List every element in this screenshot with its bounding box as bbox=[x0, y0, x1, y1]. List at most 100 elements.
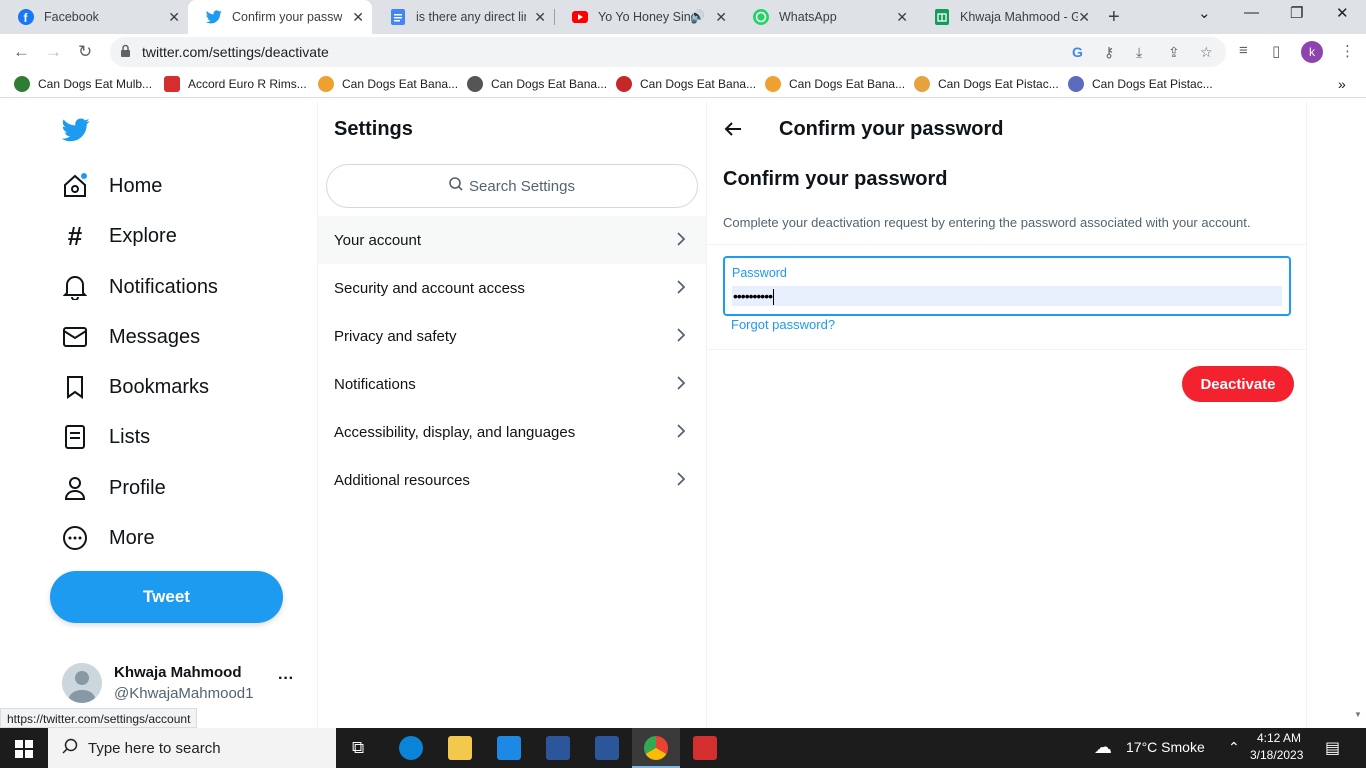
bell-icon bbox=[62, 274, 88, 300]
close-tab-icon[interactable]: ✕ bbox=[534, 9, 546, 26]
close-window-icon[interactable]: ✕ bbox=[1336, 4, 1349, 22]
nav-bookmarks[interactable]: Bookmarks bbox=[62, 372, 209, 402]
ellipsis-icon[interactable]: ··· bbox=[278, 670, 294, 688]
forward-arrow-icon[interactable]: → bbox=[45, 42, 62, 62]
close-tab-icon[interactable]: ✕ bbox=[352, 9, 364, 26]
close-tab-icon[interactable]: ✕ bbox=[896, 9, 908, 26]
chrome-icon[interactable] bbox=[644, 736, 668, 760]
tab-twitter[interactable]: Confirm your password ✕ bbox=[188, 0, 372, 34]
bookmark-item[interactable]: Can Dogs Eat Pistac... bbox=[1068, 76, 1213, 92]
bookmark-item[interactable]: Can Dogs Eat Bana... bbox=[318, 76, 458, 92]
clock-date[interactable]: 3/18/2023 bbox=[1250, 748, 1303, 762]
word-icon[interactable] bbox=[595, 736, 619, 760]
share-icon[interactable]: ⇪ bbox=[1168, 44, 1180, 61]
close-tab-icon[interactable]: ✕ bbox=[1078, 9, 1090, 26]
bookmark-item[interactable]: Can Dogs Eat Mulb... bbox=[14, 76, 152, 92]
password-label: Password bbox=[732, 266, 787, 280]
mail-icon[interactable] bbox=[497, 736, 521, 760]
lock-icon[interactable] bbox=[120, 44, 131, 63]
settings-item-notifications[interactable]: Notifications bbox=[318, 360, 706, 408]
side-panel-icon[interactable]: ▯ bbox=[1272, 42, 1280, 60]
tab-docs[interactable]: is there any direct link ✕ bbox=[372, 0, 555, 34]
bookmark-icon bbox=[14, 76, 30, 92]
account-switcher[interactable]: Khwaja Mahmood @KhwajaMahmood1 ··· bbox=[62, 660, 302, 708]
tab-youtube[interactable]: Yo Yo Honey Singh 🔊 ✕ bbox=[554, 0, 735, 34]
task-view-icon[interactable]: ⧉ bbox=[352, 738, 364, 758]
password-field[interactable]: Password •••••••••• bbox=[723, 256, 1291, 316]
chevron-down-icon[interactable]: ⌄ bbox=[1198, 4, 1211, 22]
nav-more[interactable]: More bbox=[62, 523, 155, 553]
tab-facebook[interactable]: f Facebook ✕ bbox=[0, 0, 188, 34]
paw-icon bbox=[616, 76, 632, 92]
settings-search-input[interactable]: Search Settings bbox=[326, 164, 698, 208]
settings-item-accessibility[interactable]: Accessibility, display, and languages bbox=[318, 408, 706, 456]
bookmark-item[interactable]: Accord Euro R Rims... bbox=[164, 76, 307, 92]
close-tab-icon[interactable]: ✕ bbox=[168, 9, 180, 26]
nav-profile[interactable]: Profile bbox=[62, 473, 166, 503]
avatar bbox=[62, 663, 102, 703]
google-icon[interactable]: G bbox=[1072, 44, 1083, 60]
notification-center-icon[interactable]: ▤ bbox=[1325, 738, 1340, 758]
settings-item-security[interactable]: Security and account access bbox=[318, 264, 706, 312]
reload-icon[interactable]: ↻ bbox=[78, 42, 92, 62]
page-scrollbar[interactable]: ▼ bbox=[1351, 102, 1366, 728]
nav-lists[interactable]: Lists bbox=[62, 422, 150, 452]
close-tab-icon[interactable]: ✕ bbox=[715, 9, 727, 26]
word-icon[interactable] bbox=[546, 736, 570, 760]
chevron-right-icon bbox=[676, 375, 686, 395]
back-arrow-icon[interactable]: ← bbox=[13, 42, 30, 62]
restore-icon[interactable]: ❐ bbox=[1290, 4, 1303, 22]
settings-title: Settings bbox=[334, 118, 413, 140]
minimize-icon[interactable]: — bbox=[1244, 4, 1259, 21]
bookmark-item[interactable]: Can Dogs Eat Pistac... bbox=[914, 76, 1059, 92]
bookmark-item[interactable]: Can Dogs Eat Bana... bbox=[616, 76, 756, 92]
forgot-password-link[interactable]: Forgot password? bbox=[731, 317, 835, 332]
settings-item-your-account[interactable]: Your account bbox=[318, 216, 706, 264]
bookmark-item[interactable]: Can Dogs Eat Bana... bbox=[467, 76, 607, 92]
media-icon[interactable]: ≡ bbox=[1239, 42, 1248, 59]
nav-messages[interactable]: Messages bbox=[62, 322, 200, 352]
password-input[interactable]: •••••••••• bbox=[732, 286, 1282, 306]
nav-label: Lists bbox=[109, 425, 151, 448]
tab-sheets[interactable]: Khwaja Mahmood - G ✕ bbox=[916, 0, 1098, 34]
new-tab-icon[interactable]: + bbox=[1108, 6, 1120, 29]
file-explorer-icon[interactable] bbox=[448, 736, 472, 760]
nav-notifications[interactable]: Notifications bbox=[62, 272, 218, 302]
tab-whatsapp[interactable]: WhatsApp ✕ bbox=[735, 0, 916, 34]
chevron-up-icon[interactable]: ⌃ bbox=[1228, 739, 1240, 756]
profile-avatar[interactable]: k bbox=[1301, 41, 1323, 63]
more-bookmarks-icon[interactable]: » bbox=[1338, 76, 1346, 92]
tab-title: Khwaja Mahmood - G bbox=[960, 10, 1078, 24]
speaker-icon[interactable]: 🔊 bbox=[690, 9, 705, 23]
nav-home[interactable]: Home bbox=[62, 171, 162, 201]
windows-start-icon[interactable] bbox=[15, 740, 33, 763]
acrobat-icon[interactable] bbox=[693, 736, 717, 760]
twitter-logo-icon[interactable] bbox=[61, 118, 90, 147]
bookmark-item[interactable]: Can Dogs Eat Bana... bbox=[765, 76, 905, 92]
install-icon[interactable]: ⤓ bbox=[1136, 44, 1142, 61]
nav-label: Notifications bbox=[109, 275, 218, 298]
tab-title: is there any direct link bbox=[416, 10, 526, 24]
star-icon[interactable]: ☆ bbox=[1200, 44, 1213, 61]
back-arrow-icon[interactable] bbox=[723, 119, 743, 144]
url-text[interactable]: twitter.com/settings/deactivate bbox=[142, 44, 329, 60]
menu-kebab-icon[interactable]: ⋮ bbox=[1340, 42, 1355, 60]
clock-time[interactable]: 4:12 AM bbox=[1257, 731, 1301, 745]
sheets-icon bbox=[934, 9, 950, 25]
car-icon bbox=[164, 76, 180, 92]
taskbar: Type here to search ⧉ ☁ 17°C Smoke ⌃ 4:1… bbox=[0, 728, 1366, 768]
settings-item-resources[interactable]: Additional resources bbox=[318, 456, 706, 504]
key-icon[interactable]: ⚷ bbox=[1104, 44, 1114, 61]
taskbar-search-input[interactable]: Type here to search bbox=[48, 728, 336, 768]
chevron-right-icon bbox=[676, 471, 686, 491]
weather-icon[interactable]: ☁ bbox=[1094, 737, 1112, 758]
person-icon bbox=[62, 475, 88, 501]
weather-text[interactable]: 17°C Smoke bbox=[1126, 739, 1205, 755]
nav-explore[interactable]: # Explore bbox=[62, 221, 177, 251]
column-divider bbox=[1306, 102, 1307, 728]
settings-item-privacy[interactable]: Privacy and safety bbox=[318, 312, 706, 360]
tweet-button[interactable]: Tweet bbox=[50, 571, 283, 623]
address-bar[interactable]: twitter.com/settings/deactivate G ⚷ ⤓ ⇪ … bbox=[110, 37, 1226, 67]
edge-icon[interactable] bbox=[399, 736, 423, 760]
deactivate-button[interactable]: Deactivate bbox=[1182, 366, 1294, 402]
